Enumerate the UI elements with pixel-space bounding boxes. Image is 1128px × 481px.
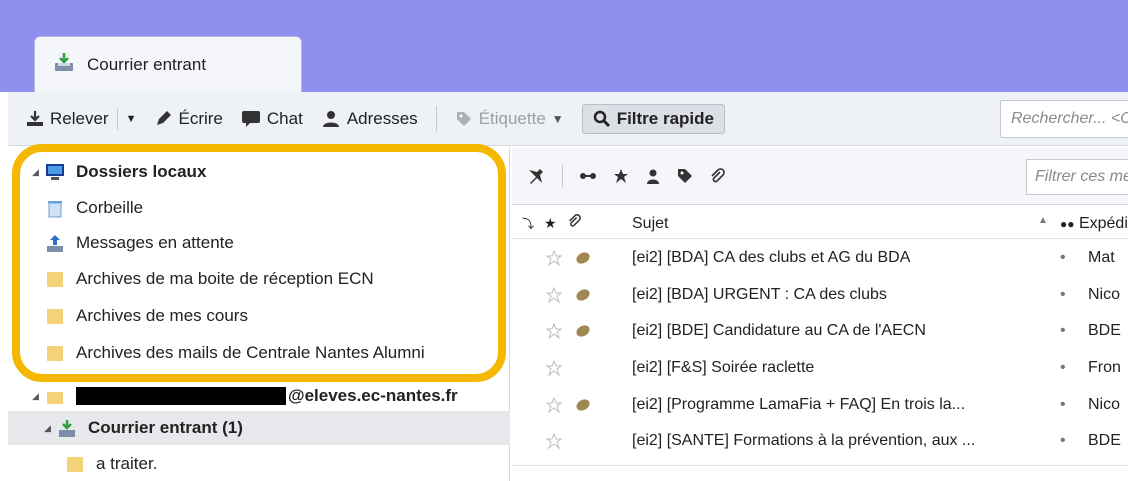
thread-icon[interactable] xyxy=(579,170,597,182)
expand-icon[interactable]: ◢ xyxy=(32,167,44,178)
inbox-icon xyxy=(53,51,75,78)
tab-strip: Courrier entrant xyxy=(0,0,1128,92)
star-icon[interactable] xyxy=(545,249,563,271)
folder-archive-courses[interactable]: Archives de mes cours xyxy=(8,299,510,333)
filter-messages-input[interactable]: Filtrer ces messages xyxy=(1026,159,1128,195)
attachment-icon xyxy=(574,287,592,308)
account-icon xyxy=(44,386,66,406)
chat-button[interactable]: Chat xyxy=(241,109,303,129)
tag-icon xyxy=(455,110,473,128)
toolbar-separator xyxy=(116,107,118,130)
star-icon[interactable] xyxy=(545,396,563,418)
write-button[interactable]: Écrire xyxy=(154,109,223,129)
subject-column-header[interactable]: Sujet xyxy=(632,215,668,233)
pencil-icon xyxy=(154,110,172,128)
folder-archive-inbox[interactable]: Archives de ma boite de réception ECN xyxy=(8,262,510,296)
attachment-icon xyxy=(574,250,592,271)
star-column-icon[interactable]: ★ xyxy=(544,215,557,232)
thread-dot: • xyxy=(1060,286,1066,303)
attachment-icon[interactable] xyxy=(709,167,725,184)
thread-dot: • xyxy=(1060,432,1066,449)
message-row[interactable]: [ei2] [BDA] CA des clubs et AG du BDA • … xyxy=(512,241,1128,277)
thread-dot: • xyxy=(1060,322,1066,339)
message-from: Mat xyxy=(1088,249,1115,266)
main-toolbar: Relever ▼ Écrire Chat Adresses Étiquette… xyxy=(8,92,1128,146)
message-subject: [ei2] [F&S] Soirée raclette xyxy=(632,359,815,376)
expand-icon[interactable]: ◢ xyxy=(32,391,44,402)
pin-icon[interactable] xyxy=(526,167,546,185)
message-subject: [ei2] [BDA] URGENT : CA des clubs xyxy=(632,286,887,303)
message-row[interactable]: [ei2] [BDA] URGENT : CA des clubs • Nico xyxy=(512,278,1128,314)
folder-to-process[interactable]: a traiter. xyxy=(8,447,510,481)
message-row[interactable]: [ei2] [BDE] Candidature au CA de l'AECN … xyxy=(512,314,1128,350)
message-row[interactable]: [ei2] [F&S] Soirée raclette • Fron xyxy=(512,351,1128,387)
tab-label: Courrier entrant xyxy=(87,54,207,74)
star-icon[interactable] xyxy=(545,286,563,308)
tag-button[interactable]: Étiquette ▼ xyxy=(455,109,564,129)
chevron-down-icon[interactable]: ▼ xyxy=(126,113,137,125)
search-input[interactable]: Rechercher... <Ctrl+K> xyxy=(1000,100,1128,138)
list-divider xyxy=(512,465,1128,466)
outbox-icon xyxy=(44,233,66,253)
message-subject: [ei2] [BDA] CA des clubs et AG du BDA xyxy=(632,249,911,266)
message-from: BDE xyxy=(1088,322,1121,339)
folder-icon xyxy=(44,306,66,326)
message-subject: [ei2] [Programme LamaFia + FAQ] En trois… xyxy=(632,396,966,413)
thread-dot: • xyxy=(1060,249,1066,266)
folder-account[interactable]: ◢ @eleves.ec-nantes.fr xyxy=(8,379,510,413)
folder-inbox[interactable]: ◢ Courrier entrant (1) xyxy=(8,411,510,445)
folder-archive-alumni[interactable]: Archives des mails de Centrale Nantes Al… xyxy=(8,336,510,370)
tab-inbox[interactable]: Courrier entrant xyxy=(34,36,302,92)
folder-pane: ◢ Dossiers locaux Corbeille Messages en … xyxy=(8,147,510,481)
column-header: ⤵ ★ Sujet ▲ ●● Expéditeur xyxy=(512,207,1128,239)
expand-icon[interactable]: ◢ xyxy=(44,423,56,434)
computer-icon xyxy=(44,162,66,182)
message-from: Nico xyxy=(1088,286,1121,303)
quick-filter-bar: Filtrer ces messages xyxy=(512,147,1128,205)
folder-icon xyxy=(64,454,86,474)
attachment-icon xyxy=(574,323,592,344)
message-list-pane: Filtrer ces messages ⤵ ★ Sujet ▲ ●● Expé… xyxy=(512,147,1128,481)
folder-icon xyxy=(44,343,66,363)
toolbar-separator xyxy=(435,105,437,132)
folder-trash[interactable]: Corbeille xyxy=(8,191,510,225)
message-subject: [ei2] [BDE] Candidature au CA de l'AECN xyxy=(632,322,926,339)
star-icon[interactable] xyxy=(545,322,563,344)
chat-icon xyxy=(241,110,261,128)
message-row[interactable]: [ei2] [Programme LamaFia + FAQ] En trois… xyxy=(512,388,1128,424)
get-mail-button[interactable]: Relever ▼ xyxy=(26,107,137,130)
download-icon xyxy=(26,110,44,128)
thread-dot: • xyxy=(1060,359,1066,376)
sort-arrow-icon: ▲ xyxy=(1038,215,1048,226)
folder-local-folders[interactable]: ◢ Dossiers locaux xyxy=(8,155,510,189)
thread-icon: ●● xyxy=(1060,217,1075,231)
message-from: Nico xyxy=(1088,396,1121,413)
message-row[interactable]: [ei2] [SANTE] Formations à la prévention… xyxy=(512,424,1128,460)
thread-dot: • xyxy=(1060,396,1066,413)
folder-outbox[interactable]: Messages en attente xyxy=(8,226,510,260)
tag-icon[interactable] xyxy=(677,168,693,184)
from-column-header[interactable]: ●● Expéditeur xyxy=(1060,215,1128,233)
redacted-username xyxy=(76,387,286,405)
chevron-down-icon: ▼ xyxy=(551,111,564,126)
address-book-button[interactable]: Adresses xyxy=(321,109,418,129)
thread-column-icon[interactable]: ⤵ xyxy=(522,215,534,232)
star-icon[interactable] xyxy=(613,168,629,184)
star-icon[interactable] xyxy=(545,432,563,454)
search-icon xyxy=(593,110,611,128)
inbox-icon xyxy=(56,418,78,438)
quick-filter-button[interactable]: Filtre rapide xyxy=(581,103,725,134)
toolbar-separator xyxy=(562,164,563,187)
contact-icon[interactable] xyxy=(645,168,661,184)
trash-icon xyxy=(44,198,66,218)
star-icon[interactable] xyxy=(545,359,563,381)
message-from: BDE xyxy=(1088,432,1121,449)
folder-icon xyxy=(44,269,66,289)
message-subject: [ei2] [SANTE] Formations à la prévention… xyxy=(632,432,976,449)
attachment-column-icon[interactable] xyxy=(567,214,581,233)
message-from: Fron xyxy=(1088,359,1121,376)
contacts-icon xyxy=(321,110,341,128)
attachment-icon xyxy=(574,397,592,418)
